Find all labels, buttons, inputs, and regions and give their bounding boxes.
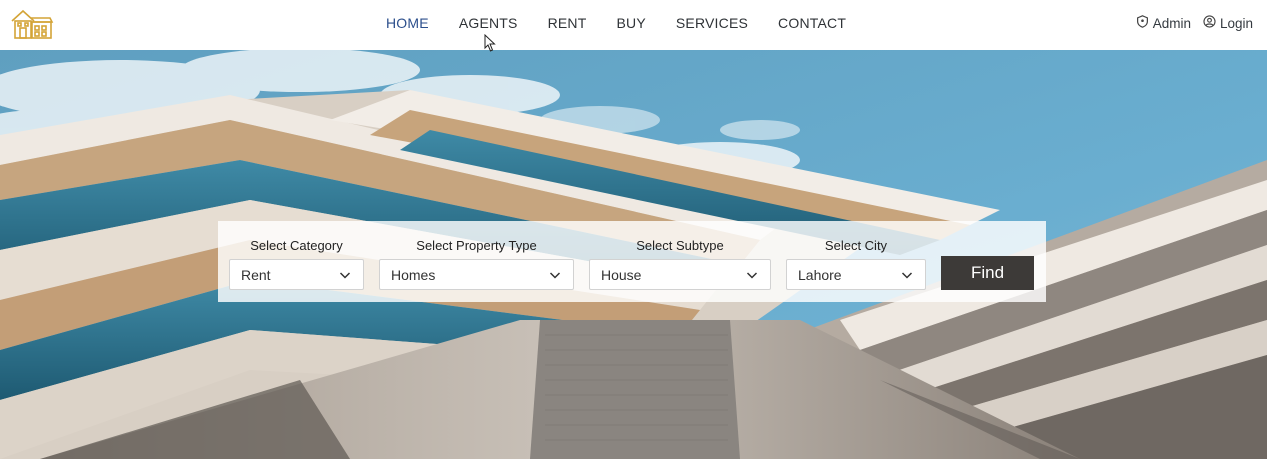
subtype-label: Select Subtype xyxy=(636,238,724,253)
login-link[interactable]: Login xyxy=(1203,15,1253,31)
city-select[interactable]: Lahore xyxy=(786,259,926,290)
nav-services-link[interactable]: SERVICES xyxy=(676,15,748,31)
main-nav: HOME AGENTS RENT BUY SERVICES CONTACT xyxy=(370,0,876,46)
property-type-value: Homes xyxy=(391,266,436,283)
chevron-down-icon xyxy=(901,272,913,279)
category-label: Select Category xyxy=(250,238,343,253)
nav-contact-link[interactable]: CONTACT xyxy=(778,15,846,31)
house-logo-icon[interactable] xyxy=(10,8,54,40)
category-select[interactable]: Rent xyxy=(229,259,364,290)
nav-buy-link[interactable]: BUY xyxy=(617,15,646,31)
page: HOME AGENTS RENT BUY SERVICES CONTACT Ad… xyxy=(0,0,1267,459)
category-value: Rent xyxy=(241,266,271,283)
city-label: Select City xyxy=(824,238,888,253)
login-label: Login xyxy=(1219,15,1253,31)
property-type-select[interactable]: Homes xyxy=(379,259,574,290)
nav-agents-link[interactable]: AGENTS xyxy=(459,15,518,31)
chevron-down-icon xyxy=(746,272,758,279)
property-search-panel: Select Category Rent Select Property Typ… xyxy=(218,221,1046,302)
city-value: Lahore xyxy=(798,266,842,283)
admin-link[interactable]: Admin xyxy=(1136,15,1191,31)
subtype-select[interactable]: House xyxy=(589,259,771,290)
chevron-down-icon xyxy=(339,272,351,279)
nav-account: Admin Login xyxy=(1136,0,1253,46)
find-button[interactable]: Find xyxy=(941,256,1034,290)
nav-rent-link[interactable]: RENT xyxy=(548,15,587,31)
mouse-cursor-icon xyxy=(484,33,496,52)
property-type-label: Select Property Type xyxy=(416,238,537,253)
nav-home-link[interactable]: HOME xyxy=(386,15,429,31)
chevron-down-icon xyxy=(549,272,561,279)
user-circle-icon xyxy=(1203,15,1216,31)
subtype-value: House xyxy=(601,266,642,283)
admin-label: Admin xyxy=(1152,15,1191,31)
shield-icon xyxy=(1136,15,1149,31)
navbar: HOME AGENTS RENT BUY SERVICES CONTACT Ad… xyxy=(0,0,1267,50)
